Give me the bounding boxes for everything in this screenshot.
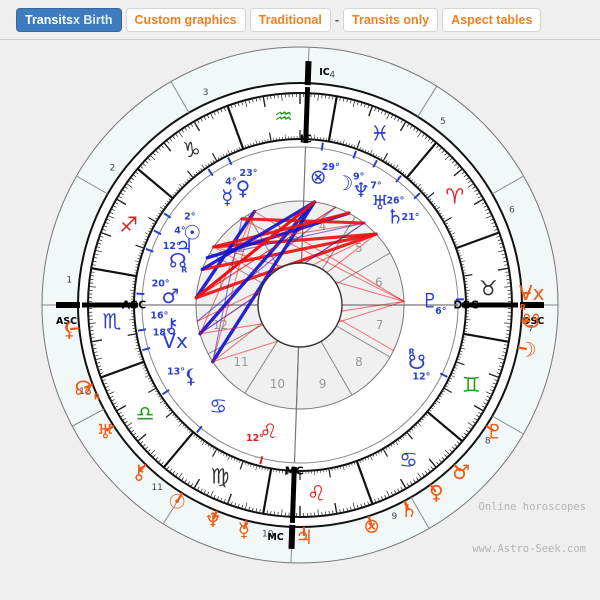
transit-planet-t-chiron: ⚷ [132, 460, 147, 484]
angle-label-MC: MC [285, 464, 304, 477]
transit-planet-t-mercury: ☿ [238, 518, 250, 542]
natal-degree-pluto: 6° [435, 306, 446, 317]
zodiac-glyph-sagittarius: ♐ [119, 213, 138, 237]
zodiac-glyph-aquarius: ♒ [274, 105, 293, 129]
outer-house-number-11: 11 [151, 483, 162, 493]
tab-custom-graphics[interactable]: Custom graphics [125, 7, 246, 32]
natal-planet-venus: ♀ [236, 176, 251, 200]
outer-house-number-6: 6 [509, 206, 515, 216]
natal-planet-neptune: ♆ [352, 178, 370, 202]
tab-transits-x-birth[interactable]: Transits x Birth [16, 7, 122, 32]
transit-planet-t-pof: ⊗ [363, 514, 380, 538]
transit-planet-t-saturn: ♄ [400, 498, 418, 522]
natal-degree-sun: 2° [184, 212, 195, 223]
natal-planet-cancer-marker: ♋ [209, 394, 227, 418]
outer-house-number-1: 1 [66, 276, 72, 286]
transit-retrograde-t-north-node: R [94, 393, 100, 402]
transit-planet-t-mars: ♂ [452, 460, 470, 484]
natal-degree-venus: 23° [240, 168, 258, 179]
natal-pointer-part-of-fortune [320, 142, 324, 151]
zodiac-glyph-pisces: ♓ [370, 122, 389, 146]
chart-centre-circle [257, 262, 343, 348]
house-number-10: 10 [270, 377, 285, 391]
natal-retrograde-north-node: R [181, 266, 187, 275]
zodiac-glyph-gemini: ♊ [462, 373, 481, 397]
outer-house-number-4: 4 [329, 70, 335, 80]
natal-planet-lilith: ⚸ [184, 364, 199, 388]
tab-separator: - [334, 12, 340, 27]
natal-degree-chiron: 16° [150, 310, 168, 321]
tab-label: Traditional [258, 12, 322, 27]
tab-label: Transits only [352, 12, 430, 27]
transit-planet-t-moon: ☽ [519, 337, 537, 361]
zodiac-glyph-cancer: ♋ [399, 448, 418, 472]
natal-planet-moon: ☽ [335, 171, 353, 195]
outer-angle-bar-MC-outer [288, 524, 296, 549]
tab-transits-only[interactable]: Transits only [343, 7, 439, 32]
angle-label-IC: IC [300, 133, 312, 146]
natal-degree-leo-cusp-marker: 12° [246, 433, 264, 444]
outer-house-number-9: 9 [391, 512, 397, 522]
zodiac-glyph-aries: ♈ [445, 185, 464, 209]
transit-planet-t-north-node: ☊ [75, 376, 93, 400]
transit-planet-t-neptune: ♆ [204, 508, 222, 532]
transit-pointer-t-south-node [521, 319, 531, 323]
transit-pointer-t-lilith [70, 327, 80, 331]
tab-label-primary: Transits [25, 12, 73, 27]
natal-degree-mars: 20° [152, 278, 170, 289]
natal-degree-south-node: 12° [412, 371, 430, 382]
watermark-line2: www.Astro-Seek.com [472, 543, 586, 555]
tab-label: Custom graphics [134, 12, 237, 27]
zodiac-glyph-virgo: ♍ [211, 464, 230, 488]
watermark: Online horoscopes www.Astro-Seek.com [472, 472, 586, 584]
natal-degree-saturn: 21° [402, 212, 420, 223]
zodiac-glyph-capricorn: ♑ [182, 138, 201, 162]
tab-aspect-tables[interactable]: Aspect tables [442, 7, 542, 32]
tab-label-secondary: x Birth [72, 12, 113, 27]
house-number-11: 11 [233, 355, 248, 369]
natal-planet-mercury: ☿ [221, 185, 233, 209]
house-number-7: 7 [376, 318, 384, 332]
zodiac-glyph-leo: ♌ [307, 481, 326, 505]
transit-planet-t-uranus: ♅ [96, 419, 114, 443]
outer-house-number-5: 5 [440, 117, 446, 127]
transit-planet-t-pluto: ♇ [486, 419, 504, 443]
outer-angle-label-IC-outer: IC [319, 67, 330, 78]
natal-degree-lilith: 13° [167, 367, 185, 378]
natal-pointer-mars [136, 292, 145, 296]
transit-planet-t-sun: ☉ [168, 490, 186, 514]
outer-angle-label-MC-outer: MC [267, 532, 283, 543]
natal-planet-sun: ☉ [183, 220, 201, 244]
outer-house-number-3: 3 [203, 88, 209, 98]
natal-pointer-chiron [137, 328, 147, 332]
tab-label: Aspect tables [451, 12, 533, 27]
zodiac-glyph-libra: ♎ [136, 401, 155, 425]
natal-retrograde-south-node: R [408, 347, 414, 356]
zodiac-glyph-scorpio: ♏ [102, 309, 121, 333]
house-number-9: 9 [319, 377, 327, 391]
house-number-8: 8 [355, 355, 363, 369]
tab-bar: Transits x Birth Custom graphics Traditi… [0, 0, 600, 40]
zodiac-glyph-taurus: ♉ [479, 277, 498, 301]
watermark-line1: Online horoscopes [478, 501, 586, 513]
tab-traditional[interactable]: Traditional [249, 7, 331, 32]
outer-house-number-2: 2 [109, 164, 115, 174]
outer-angle-bar-IC-outer [304, 61, 312, 86]
